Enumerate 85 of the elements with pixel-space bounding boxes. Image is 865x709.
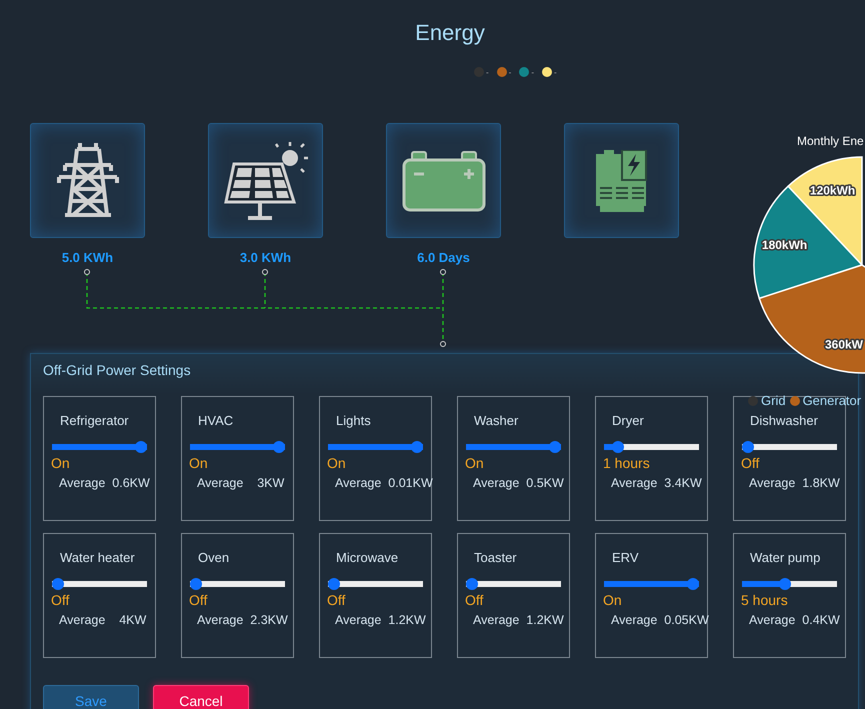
slider[interactable] <box>742 578 837 590</box>
average-power: Average 3KW <box>197 476 284 490</box>
device-name: ERV <box>611 550 640 566</box>
slider-thumb[interactable] <box>687 578 699 590</box>
device-status: Off <box>465 592 484 608</box>
slider[interactable] <box>190 441 285 453</box>
average-power: Average 0.4KW <box>749 613 840 627</box>
slider-thumb[interactable] <box>612 441 624 453</box>
reading-value: 6.0 Days <box>417 250 470 265</box>
device-name: Water heater <box>59 550 136 566</box>
slider[interactable] <box>190 578 285 590</box>
power-tower-icon <box>54 142 120 218</box>
chart-title: Monthly Ene <box>797 134 864 148</box>
average-power: Average 0.5KW <box>473 476 564 490</box>
average-power: Average 2.3KW <box>197 613 288 627</box>
source-card[interactable] <box>386 123 501 238</box>
average-power: Average 0.01KW <box>335 476 433 490</box>
page-title: Energy <box>414 19 486 46</box>
slice-label: 180kWh <box>762 238 808 252</box>
slider-thumb[interactable] <box>742 441 754 453</box>
generator-icon <box>594 150 650 212</box>
average-power: Average 0.05KW <box>611 613 709 627</box>
average-power: Average 0.6KW <box>59 476 150 490</box>
device-name: Dryer <box>611 413 645 429</box>
average-power: Average 1.2KW <box>335 613 426 627</box>
legend-label: - <box>486 68 489 76</box>
device-status: 1 hours <box>603 455 651 471</box>
device-status: On <box>189 455 209 471</box>
device-name: Washer <box>473 413 520 429</box>
slider[interactable] <box>52 578 147 590</box>
slider-thumb[interactable] <box>135 441 147 453</box>
panel-title: Off-Grid Power Settings <box>43 362 192 378</box>
legend-label: - <box>508 68 512 76</box>
legend-label: Generator <box>802 393 862 408</box>
save-button[interactable]: Save <box>43 685 139 709</box>
slider-thumb[interactable] <box>328 578 340 590</box>
legend-label: - <box>531 68 534 76</box>
device-status: Off <box>327 592 346 608</box>
slider[interactable] <box>604 578 699 590</box>
average-power: Average 1.8KW <box>749 476 840 490</box>
average-power: Average 4KW <box>59 613 146 627</box>
slider-thumb[interactable] <box>779 578 792 590</box>
device-name: Toaster <box>473 550 518 566</box>
device-name: Refrigerator <box>59 413 130 429</box>
device-status: On <box>327 455 347 471</box>
average-power: Average 1.2KW <box>473 613 564 627</box>
device-status: On <box>51 455 71 471</box>
reading-value: 3.0 KWh <box>240 250 292 265</box>
device-name: Microwave <box>335 550 400 566</box>
device-status: On <box>603 592 623 608</box>
device-status: 5 hours <box>741 592 789 608</box>
battery-icon <box>402 150 486 212</box>
slider[interactable] <box>328 578 423 590</box>
source-card[interactable] <box>564 123 679 238</box>
slider[interactable] <box>466 441 561 453</box>
device-status: Off <box>741 455 760 471</box>
slider[interactable] <box>466 578 561 590</box>
source-card[interactable] <box>30 123 145 238</box>
slice-label: 120kWh <box>810 184 856 198</box>
slider-thumb[interactable] <box>52 578 64 590</box>
legend-label: Grid <box>761 393 786 408</box>
slice-label: 360kW <box>824 337 864 352</box>
slider-thumb[interactable] <box>549 441 561 453</box>
device-name: Oven <box>197 550 230 566</box>
device-status: On <box>465 455 485 471</box>
slider-thumb[interactable] <box>411 441 423 453</box>
slider-thumb[interactable] <box>273 441 285 453</box>
source-card[interactable] <box>208 123 323 238</box>
device-name: Water pump <box>749 550 822 566</box>
slider[interactable] <box>328 441 423 453</box>
slider[interactable] <box>742 441 837 453</box>
slider[interactable] <box>604 441 699 453</box>
device-name: HVAC <box>197 413 234 429</box>
slider-thumb[interactable] <box>466 578 478 590</box>
slider-thumb[interactable] <box>190 578 202 590</box>
cancel-button[interactable]: Cancel <box>153 685 249 709</box>
average-power: Average 3.4KW <box>611 476 702 490</box>
device-status: Off <box>189 592 208 608</box>
slider[interactable] <box>52 441 147 453</box>
device-name: Dishwasher <box>749 413 819 429</box>
legend-label: - <box>554 68 557 76</box>
device-name: Lights <box>335 413 372 429</box>
solar-panel-icon <box>224 140 308 222</box>
reading-value: 5.0 KWh <box>62 250 114 265</box>
device-status: Off <box>51 592 70 608</box>
